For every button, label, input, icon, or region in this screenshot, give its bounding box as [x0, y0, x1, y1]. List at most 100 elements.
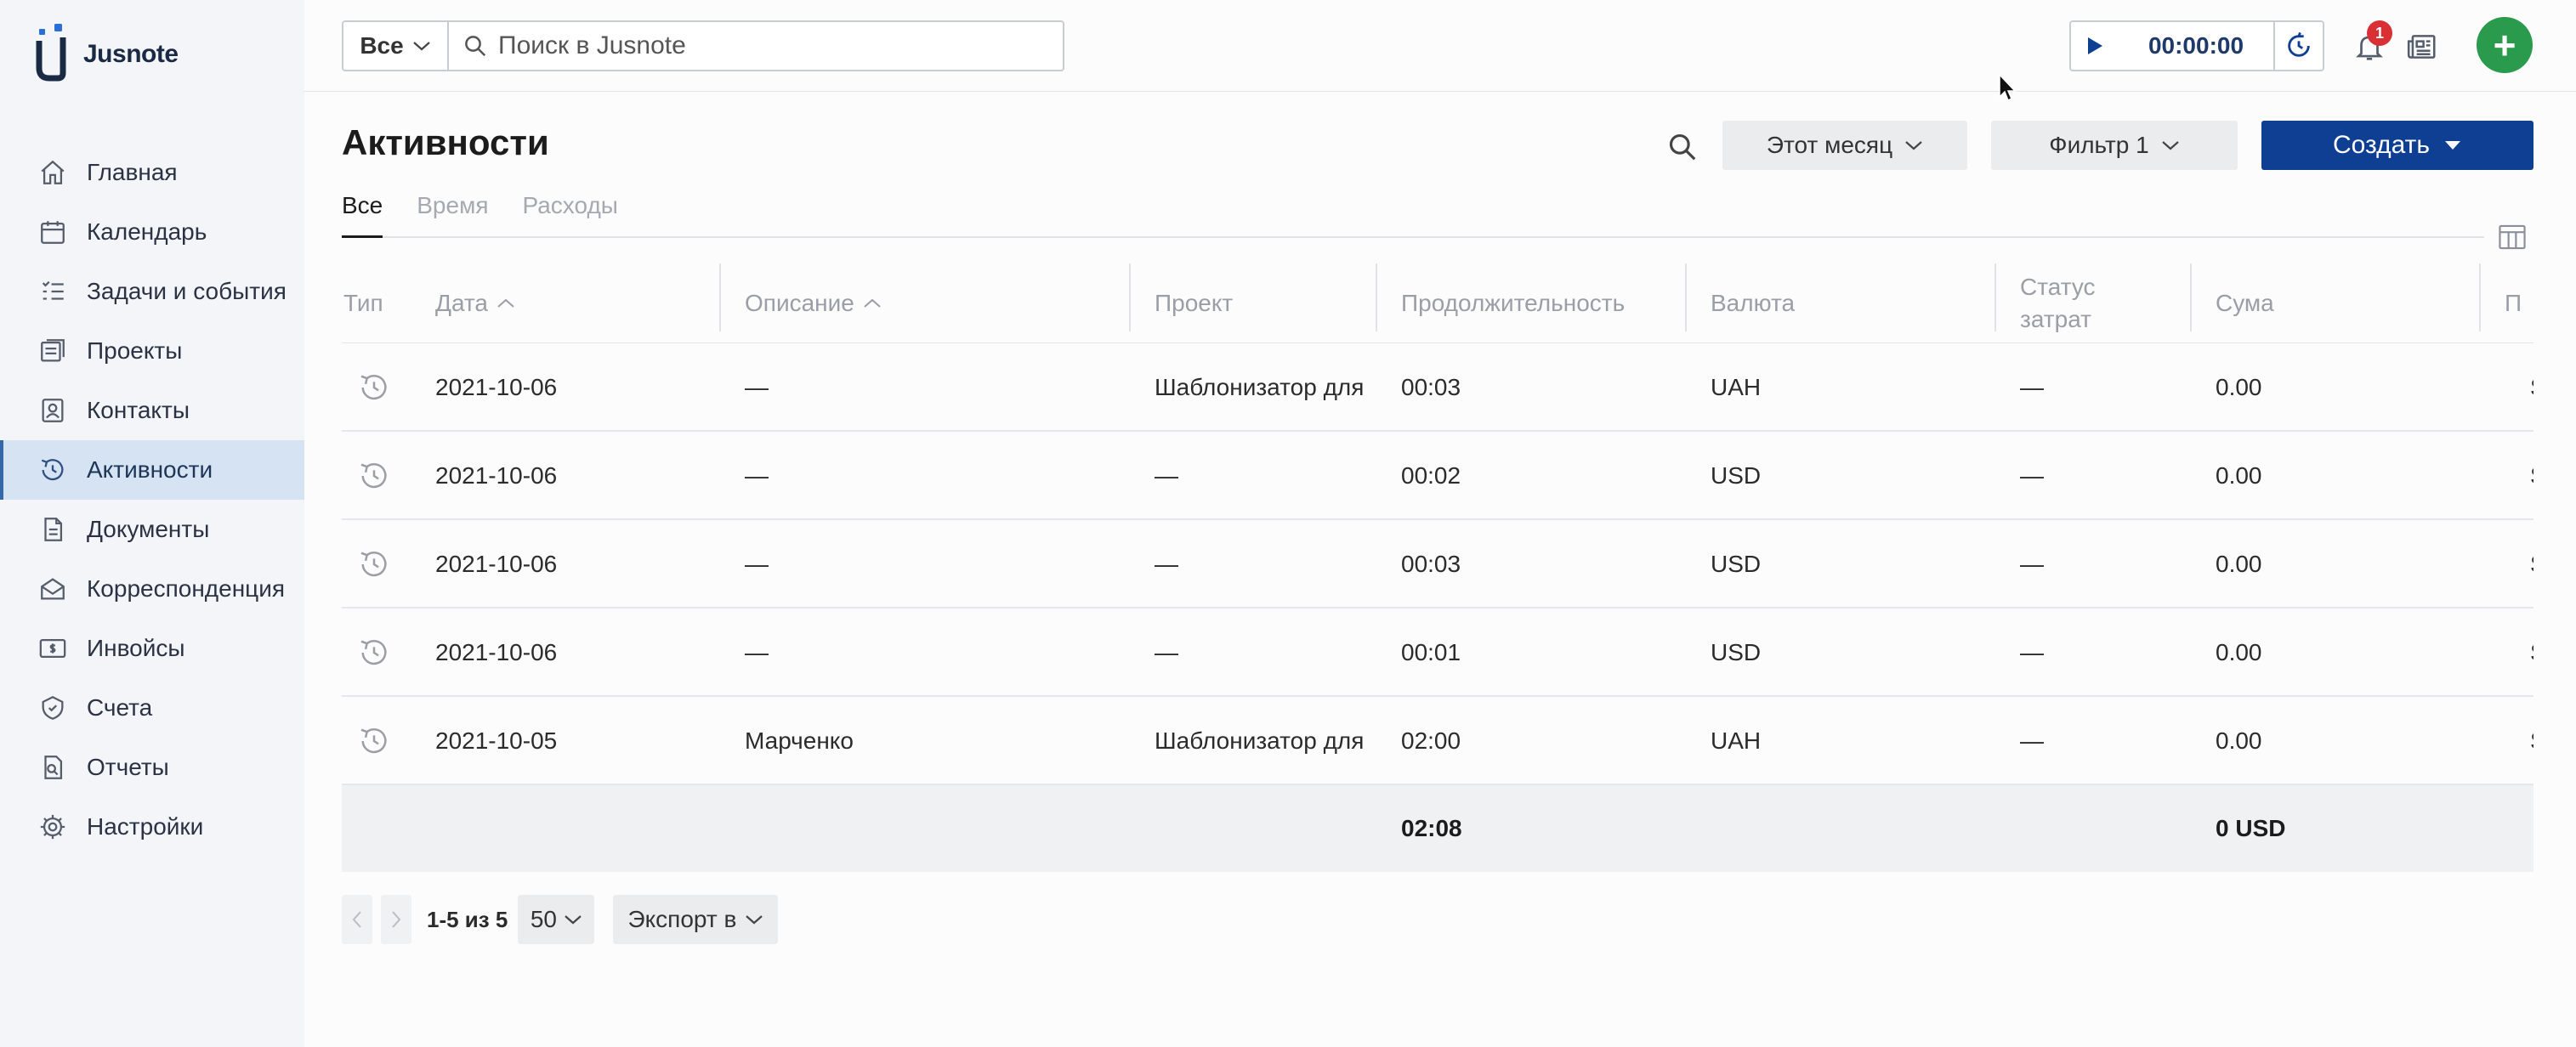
- column-header-duration[interactable]: Продолжительность: [1376, 263, 1626, 343]
- tab-expenses[interactable]: Расходы: [522, 192, 617, 236]
- sidebar-item-accounts[interactable]: Счета: [0, 678, 304, 738]
- tab-all[interactable]: Все: [342, 192, 383, 238]
- prev-page-button[interactable]: [342, 895, 372, 944]
- cell-description: Марченко: [745, 727, 854, 754]
- sidebar-item-contacts[interactable]: Контакты: [0, 381, 304, 440]
- column-header-next[interactable]: П: [2479, 263, 2522, 343]
- cell-currency: USD: [1711, 639, 1762, 665]
- app-logo[interactable]: Jusnote: [34, 22, 179, 87]
- header-label: П: [2505, 290, 2522, 316]
- column-divider[interactable]: [2190, 263, 2192, 331]
- chevron-down-icon: [746, 915, 763, 925]
- cell-next: S: [2530, 520, 2533, 608]
- cell-sum: 0.00: [2216, 374, 2262, 400]
- header-label: Дата: [435, 290, 489, 316]
- table-row[interactable]: 2021-10-06 — Шаблонизатор для 00:03 UAH — 0.00…: [342, 343, 2533, 432]
- sidebar-item-projects[interactable]: Проекты: [0, 321, 304, 381]
- time-activity-icon: [357, 432, 391, 520]
- sidebar: Jusnote Главная Календарь Задачи и событ…: [0, 0, 304, 1047]
- sidebar-item-tasks[interactable]: Задачи и события: [0, 262, 304, 321]
- cell-sum: 0.00: [2216, 639, 2262, 665]
- page-size-select[interactable]: 50: [518, 895, 595, 944]
- chevron-down-icon: [565, 915, 582, 925]
- export-dropdown[interactable]: Экспорт в: [613, 895, 779, 944]
- period-dropdown[interactable]: Этот месяц: [1722, 121, 1967, 170]
- timer-play-button[interactable]: [2071, 22, 2119, 70]
- global-search[interactable]: [447, 20, 1064, 71]
- column-header-description[interactable]: Описание: [719, 263, 882, 343]
- column-divider[interactable]: [1376, 263, 1377, 331]
- create-button[interactable]: Создать: [2261, 121, 2533, 170]
- cell-next: S: [2530, 608, 2533, 697]
- sidebar-item-invoices[interactable]: Инвойсы: [0, 619, 304, 678]
- next-page-button[interactable]: [381, 895, 411, 944]
- cell-description: —: [745, 374, 769, 400]
- timer-history-button[interactable]: [2273, 22, 2323, 70]
- filter-dropdown[interactable]: Фильтр 1: [1991, 121, 2238, 170]
- settings-icon: [37, 812, 68, 842]
- column-header-date[interactable]: Дата: [435, 263, 515, 343]
- sidebar-item-label: Контакты: [87, 397, 190, 423]
- table-row[interactable]: 2021-10-05 Марченко Шаблонизатор для 02:00 U…: [342, 697, 2533, 785]
- search-scope-select[interactable]: Все: [342, 20, 449, 71]
- sidebar-item-label: Календарь: [87, 218, 207, 245]
- sidebar-item-documents[interactable]: Документы: [0, 500, 304, 559]
- activity-tabs: Все Время Расходы: [342, 192, 2484, 238]
- sidebar-item-calendar[interactable]: Календарь: [0, 202, 304, 262]
- search-scope-value: Все: [360, 32, 404, 59]
- cell-description: —: [745, 551, 769, 577]
- news-button[interactable]: [2401, 25, 2443, 68]
- table-row[interactable]: 2021-10-06 — — 00:03 USD — 0.00 S: [342, 520, 2533, 608]
- cell-expense-status: —: [2020, 727, 2044, 754]
- sidebar-item-reports[interactable]: Отчеты: [0, 738, 304, 797]
- column-settings-button[interactable]: [2493, 218, 2532, 257]
- header-label: Тип: [343, 290, 383, 316]
- search-input[interactable]: [498, 31, 1042, 60]
- home-icon: [37, 157, 68, 188]
- sidebar-item-home[interactable]: Главная: [0, 143, 304, 202]
- page-search-button[interactable]: [1661, 126, 1704, 168]
- column-header-project[interactable]: Проект: [1129, 263, 1233, 343]
- table-header: Тип Дата Описание Проект Продолжительнос…: [342, 263, 2533, 343]
- mouse-cursor-icon: [1999, 73, 2017, 102]
- cell-currency: USD: [1711, 462, 1762, 489]
- documents-icon: [37, 514, 68, 545]
- quick-add-button[interactable]: +: [2477, 17, 2533, 73]
- notifications-button[interactable]: 1: [2348, 20, 2392, 68]
- cell-duration: 00:03: [1401, 374, 1461, 400]
- reports-icon: [37, 752, 68, 783]
- header-label: Продолжительность: [1401, 290, 1626, 316]
- page-title: Активности: [342, 122, 549, 162]
- sidebar-item-label: Задачи и события: [87, 278, 287, 304]
- column-header-type[interactable]: Тип: [343, 263, 383, 343]
- column-header-currency[interactable]: Валюта: [1685, 263, 1796, 343]
- chevron-down-icon: [2161, 141, 2179, 150]
- cell-currency: UAH: [1711, 727, 1762, 754]
- app-name: Jusnote: [83, 40, 179, 68]
- jusnote-logo-icon: [36, 24, 66, 82]
- sidebar-item-correspondence[interactable]: Корреспонденция: [0, 559, 304, 619]
- column-divider[interactable]: [1994, 263, 1996, 331]
- search-icon: [465, 36, 486, 57]
- tab-time[interactable]: Время: [417, 192, 488, 236]
- table-row[interactable]: 2021-10-06 — — 00:02 USD — 0.00 S: [342, 432, 2533, 520]
- period-value: Этот месяц: [1766, 132, 1893, 158]
- sidebar-item-settings[interactable]: Настройки: [0, 797, 304, 857]
- header-label: Валюта: [1711, 290, 1796, 316]
- sidebar-item-label: Инвойсы: [87, 635, 185, 661]
- column-divider[interactable]: [1685, 263, 1687, 331]
- cell-duration: 00:01: [1401, 639, 1461, 665]
- sidebar-item-activities[interactable]: Активности: [0, 440, 304, 500]
- table-row[interactable]: 2021-10-06 — — 00:01 USD — 0.00 S: [342, 608, 2533, 697]
- sidebar-item-label: Корреспонденция: [87, 575, 286, 602]
- header-label: Статус: [2020, 274, 2096, 300]
- column-divider[interactable]: [1129, 263, 1131, 331]
- column-divider[interactable]: [2479, 263, 2481, 331]
- column-divider[interactable]: [719, 263, 721, 331]
- total-duration: 02:08: [1401, 815, 1462, 841]
- column-header-expense-status[interactable]: Статус затрат: [1994, 263, 2096, 343]
- column-header-sum[interactable]: Сума: [2190, 263, 2274, 343]
- cell-project: —: [1155, 551, 1178, 577]
- sidebar-nav: Главная Календарь Задачи и события Проек…: [0, 143, 304, 857]
- page-size-value: 50: [530, 906, 557, 932]
